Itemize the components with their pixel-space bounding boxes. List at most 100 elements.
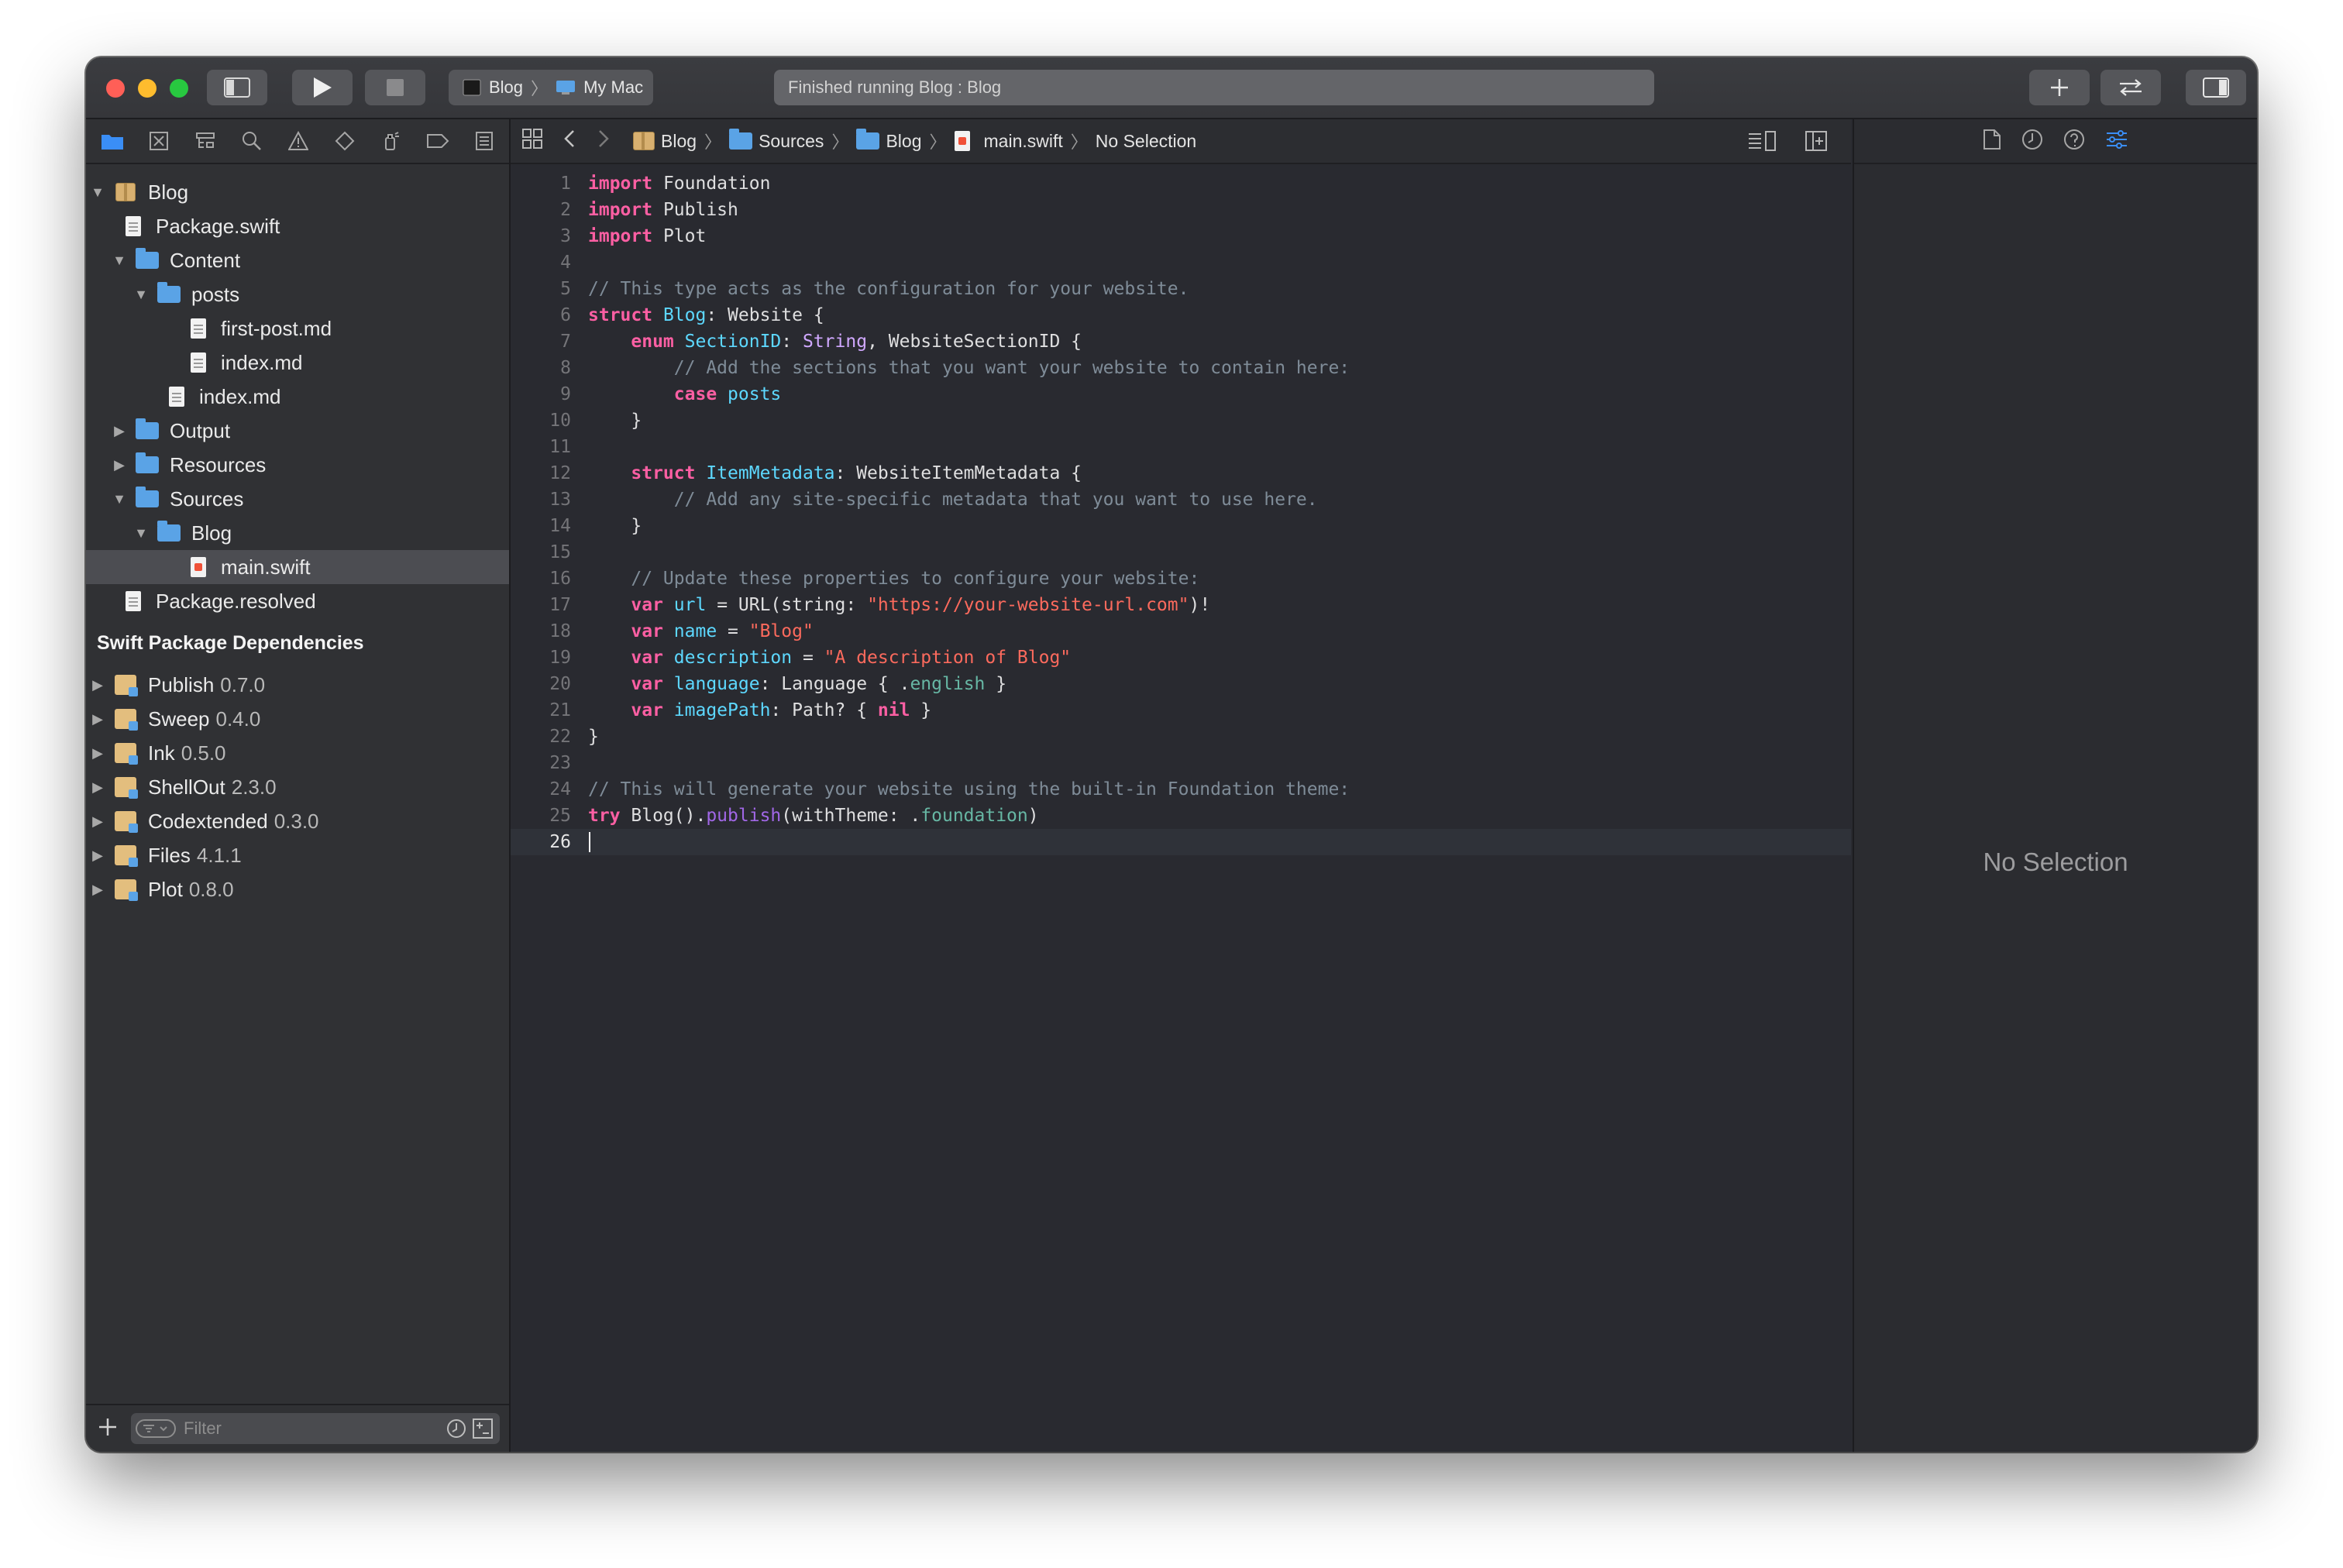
close-window-button[interactable] [106, 79, 125, 98]
quick-help-inspector-tab[interactable] [2063, 129, 2085, 154]
tree-item-package-swift[interactable]: Package.swift [86, 209, 509, 243]
breadcrumb-file[interactable]: main.swift [954, 131, 1063, 152]
code-line[interactable]: 7 enum SectionID: String, WebsiteSection… [511, 328, 1851, 355]
breadcrumb-blog-folder[interactable]: Blog [856, 129, 922, 152]
filter-field[interactable]: Filter [131, 1413, 500, 1444]
dependency-item-codextended[interactable]: ▶ Codextended 0.3.0 [86, 804, 509, 838]
code-line[interactable]: 14 } [511, 513, 1851, 539]
code-line[interactable]: 13 // Add any site-specific metadata tha… [511, 487, 1851, 513]
code-line[interactable]: 24 // This will generate your website usi… [511, 776, 1851, 803]
disclosure-open-icon[interactable]: ▼ [89, 184, 106, 201]
disclosure-open-icon[interactable]: ▼ [132, 525, 150, 542]
scheme-selector[interactable]: Blog 〉 My Mac [449, 70, 653, 105]
forward-button[interactable] [597, 129, 610, 153]
dependency-item-publish[interactable]: ▶ Publish 0.7.0 [86, 668, 509, 702]
disclosure-closed-icon[interactable]: ▶ [89, 677, 106, 693]
related-items-button[interactable] [521, 128, 543, 154]
issue-navigator-tab[interactable] [283, 127, 314, 155]
disclosure-closed-icon[interactable]: ▶ [89, 848, 106, 864]
source-editor[interactable]: 1 import Foundation 2 import Publish 3 import… [511, 164, 1851, 1452]
zoom-window-button[interactable] [170, 79, 188, 98]
code-line[interactable]: 26 [511, 829, 1851, 855]
code-line[interactable]: 16 // Update these properties to configu… [511, 566, 1851, 592]
test-navigator-tab[interactable] [329, 127, 360, 155]
code-line[interactable]: 21 var imagePath: Path? { nil } [511, 697, 1851, 724]
code-line[interactable]: 5 // This type acts as the configuration … [511, 276, 1851, 302]
find-navigator-tab[interactable] [236, 127, 267, 155]
editor-options-button[interactable] [1747, 130, 1777, 156]
attributes-inspector-tab[interactable] [2105, 129, 2128, 154]
code-line[interactable]: 4 [511, 249, 1851, 276]
code-line[interactable]: 12 struct ItemMetadata: WebsiteItemMetad… [511, 460, 1851, 487]
code-line[interactable]: 20 var language: Language { .english } [511, 671, 1851, 697]
project-navigator-tab[interactable] [97, 127, 128, 155]
tree-item-sources-blog-folder[interactable]: ▼ Blog [86, 516, 509, 550]
disclosure-open-icon[interactable]: ▼ [111, 253, 128, 269]
report-navigator-tab[interactable] [469, 127, 500, 155]
tree-item-sources-folder[interactable]: ▼ Sources [86, 482, 509, 516]
recent-files-filter-button[interactable] [446, 1418, 467, 1444]
code-line[interactable]: 9 case posts [511, 381, 1851, 407]
code-review-button[interactable] [2100, 70, 2161, 105]
tree-item-posts-index-md[interactable]: index.md [86, 346, 509, 380]
dependency-item-files[interactable]: ▶ Files 4.1.1 [86, 838, 509, 872]
code-line[interactable]: 11 [511, 434, 1851, 460]
toggle-navigator-button[interactable] [207, 70, 267, 105]
line-number: 19 [549, 648, 571, 668]
minimize-window-button[interactable] [138, 79, 157, 98]
add-editor-button[interactable] [1805, 130, 1828, 156]
tree-item-main-swift[interactable]: main.swift [86, 550, 509, 584]
breadcrumb-project[interactable]: Blog [633, 131, 697, 152]
disclosure-closed-icon[interactable]: ▶ [111, 457, 128, 473]
dependency-item-plot[interactable]: ▶ Plot 0.8.0 [86, 872, 509, 906]
tree-item-content-folder[interactable]: ▼ Content [86, 243, 509, 277]
code-line[interactable]: 2 import Publish [511, 197, 1851, 223]
disclosure-open-icon[interactable]: ▼ [132, 287, 150, 303]
code-line[interactable]: 25 try Blog().publish(withTheme: .foundat… [511, 803, 1851, 829]
code-line[interactable]: 1 import Foundation [511, 170, 1851, 197]
dependency-item-shellout[interactable]: ▶ ShellOut 2.3.0 [86, 770, 509, 804]
code-line[interactable]: 10 } [511, 407, 1851, 434]
history-inspector-tab[interactable] [2021, 129, 2043, 154]
back-button[interactable] [563, 129, 576, 153]
breakpoint-navigator-tab[interactable] [422, 127, 453, 155]
tree-item-first-post-md[interactable]: first-post.md [86, 311, 509, 346]
run-button[interactable] [292, 70, 353, 105]
disclosure-closed-icon[interactable]: ▶ [89, 779, 106, 796]
code-line[interactable]: 19 var description = "A description of B… [511, 645, 1851, 671]
code-line[interactable]: 18 var name = "Blog" [511, 618, 1851, 645]
disclosure-closed-icon[interactable]: ▶ [89, 882, 106, 898]
code-line[interactable]: 6 struct Blog: Website { [511, 302, 1851, 328]
source-control-navigator-tab[interactable] [143, 127, 174, 155]
code-line[interactable]: 3 import Plot [511, 223, 1851, 249]
code-line[interactable]: 17 var url = URL(string: "https://your-w… [511, 592, 1851, 618]
breadcrumb-symbol[interactable]: No Selection [1096, 131, 1196, 152]
code-line[interactable]: 15 [511, 539, 1851, 566]
toggle-inspector-button[interactable] [2186, 70, 2246, 105]
debug-navigator-tab[interactable] [376, 127, 407, 155]
tree-item-posts-folder[interactable]: ▼ posts [86, 277, 509, 311]
modified-files-filter-button[interactable] [472, 1418, 494, 1444]
disclosure-closed-icon[interactable]: ▶ [89, 745, 106, 762]
dependency-item-sweep[interactable]: ▶ Sweep 0.4.0 [86, 702, 509, 736]
tree-item-blog-project[interactable]: ▼ Blog [86, 175, 509, 209]
code-line[interactable]: 23 [511, 750, 1851, 776]
symbol-navigator-tab[interactable] [190, 127, 221, 155]
tree-item-output-folder[interactable]: ▶ Output [86, 414, 509, 448]
disclosure-closed-icon[interactable]: ▶ [89, 711, 106, 727]
breadcrumb-sources[interactable]: Sources [729, 129, 824, 152]
add-file-button[interactable] [97, 1416, 119, 1442]
tree-item-resources-folder[interactable]: ▶ Resources [86, 448, 509, 482]
activity-status: Finished running Blog : Blog [788, 77, 1002, 97]
library-button[interactable] [2029, 70, 2090, 105]
disclosure-closed-icon[interactable]: ▶ [89, 813, 106, 830]
code-line[interactable]: 22} [511, 724, 1851, 750]
disclosure-closed-icon[interactable]: ▶ [111, 423, 128, 439]
stop-button[interactable] [365, 70, 425, 105]
dependency-item-ink[interactable]: ▶ Ink 0.5.0 [86, 736, 509, 770]
file-inspector-tab[interactable] [1983, 129, 2001, 154]
tree-item-content-index-md[interactable]: index.md [86, 380, 509, 414]
disclosure-open-icon[interactable]: ▼ [111, 491, 128, 507]
code-line[interactable]: 8 // Add the sections that you want your… [511, 355, 1851, 381]
tree-item-package-resolved[interactable]: Package.resolved [86, 584, 509, 618]
